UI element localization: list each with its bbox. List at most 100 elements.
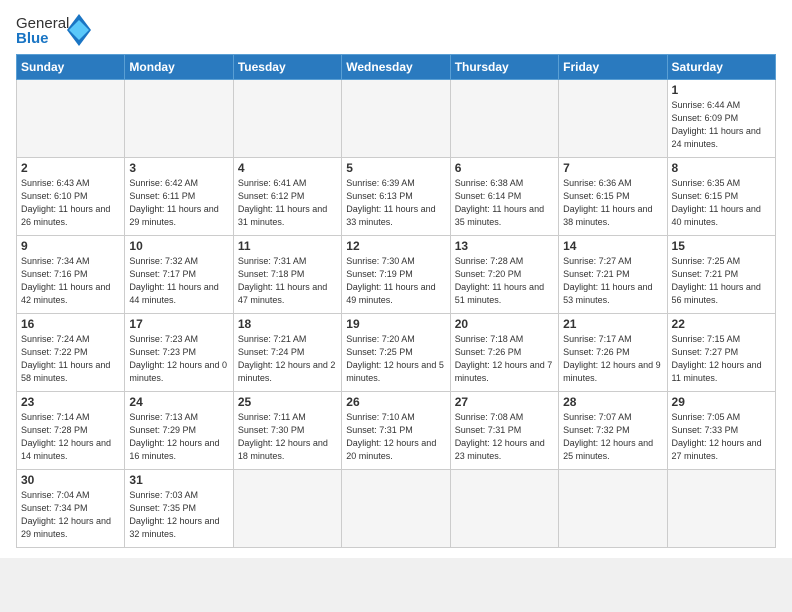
header-wednesday: Wednesday <box>342 55 450 80</box>
day-number: 24 <box>129 395 228 409</box>
header-friday: Friday <box>559 55 667 80</box>
calendar-cell: 21 Sunrise: 7:17 AM Sunset: 7:26 PM Dayli… <box>559 314 667 392</box>
calendar-cell: 20 Sunrise: 7:18 AM Sunset: 7:26 PM Dayli… <box>450 314 558 392</box>
calendar-cell <box>559 470 667 548</box>
day-number: 3 <box>129 161 228 175</box>
calendar-cell: 1Sunrise: 6:44 AM Sunset: 6:09 PM Daylig… <box>667 80 775 158</box>
calendar-cell: 17 Sunrise: 7:23 AM Sunset: 7:23 PM Dayli… <box>125 314 233 392</box>
day-info: Sunrise: 7:25 AM Sunset: 7:21 PM Dayligh… <box>672 255 771 307</box>
calendar-cell: 22 Sunrise: 7:15 AM Sunset: 7:27 PM Dayli… <box>667 314 775 392</box>
day-number: 2 <box>21 161 120 175</box>
calendar-table: Sunday Monday Tuesday Wednesday Thursday… <box>16 54 776 548</box>
calendar-cell: 30Sunrise: 7:04 AM Sunset: 7:34 PM Dayli… <box>17 470 125 548</box>
day-number: 13 <box>455 239 554 253</box>
calendar-cell: 3 Sunrise: 6:42 AM Sunset: 6:11 PM Daylig… <box>125 158 233 236</box>
day-number: 11 <box>238 239 337 253</box>
calendar-cell <box>342 470 450 548</box>
day-info: Sunrise: 6:39 AM Sunset: 6:13 PM Dayligh… <box>346 177 445 229</box>
calendar-cell: 13 Sunrise: 7:28 AM Sunset: 7:20 PM Dayli… <box>450 236 558 314</box>
day-number: 9 <box>21 239 120 253</box>
day-info: Sunrise: 7:13 AM Sunset: 7:29 PM Dayligh… <box>129 411 228 463</box>
calendar-cell: 4 Sunrise: 6:41 AM Sunset: 6:12 PM Daylig… <box>233 158 341 236</box>
day-number: 29 <box>672 395 771 409</box>
day-info: Sunrise: 7:27 AM Sunset: 7:21 PM Dayligh… <box>563 255 662 307</box>
day-info: Sunrise: 6:43 AM Sunset: 6:10 PM Dayligh… <box>21 177 120 229</box>
day-number: 25 <box>238 395 337 409</box>
day-number: 14 <box>563 239 662 253</box>
day-info: Sunrise: 7:18 AM Sunset: 7:26 PM Dayligh… <box>455 333 554 385</box>
day-number: 7 <box>563 161 662 175</box>
day-number: 18 <box>238 317 337 331</box>
calendar-cell: 6 Sunrise: 6:38 AM Sunset: 6:14 PM Daylig… <box>450 158 558 236</box>
day-info: Sunrise: 6:44 AM Sunset: 6:09 PM Dayligh… <box>672 99 771 151</box>
calendar-cell: 7 Sunrise: 6:36 AM Sunset: 6:15 PM Daylig… <box>559 158 667 236</box>
calendar-cell: 8 Sunrise: 6:35 AM Sunset: 6:15 PM Daylig… <box>667 158 775 236</box>
generalblue-logo-icon: GeneralBlue <box>16 12 96 48</box>
day-info: Sunrise: 7:10 AM Sunset: 7:31 PM Dayligh… <box>346 411 445 463</box>
day-info: Sunrise: 7:28 AM Sunset: 7:20 PM Dayligh… <box>455 255 554 307</box>
day-info: Sunrise: 6:35 AM Sunset: 6:15 PM Dayligh… <box>672 177 771 229</box>
calendar-cell <box>450 80 558 158</box>
day-number: 20 <box>455 317 554 331</box>
calendar-cell <box>667 470 775 548</box>
calendar-cell: 24 Sunrise: 7:13 AM Sunset: 7:29 PM Dayli… <box>125 392 233 470</box>
day-info: Sunrise: 6:41 AM Sunset: 6:12 PM Dayligh… <box>238 177 337 229</box>
header-thursday: Thursday <box>450 55 558 80</box>
day-number: 10 <box>129 239 228 253</box>
day-info: Sunrise: 7:21 AM Sunset: 7:24 PM Dayligh… <box>238 333 337 385</box>
calendar-cell: 15 Sunrise: 7:25 AM Sunset: 7:21 PM Dayli… <box>667 236 775 314</box>
calendar-cell: 28 Sunrise: 7:07 AM Sunset: 7:32 PM Dayli… <box>559 392 667 470</box>
calendar-cell <box>559 80 667 158</box>
calendar-cell <box>125 80 233 158</box>
day-number: 28 <box>563 395 662 409</box>
calendar-cell <box>17 80 125 158</box>
day-number: 6 <box>455 161 554 175</box>
calendar-cell: 25 Sunrise: 7:11 AM Sunset: 7:30 PM Dayli… <box>233 392 341 470</box>
calendar-cell: 11Sunrise: 7:31 AM Sunset: 7:18 PM Dayli… <box>233 236 341 314</box>
day-number: 26 <box>346 395 445 409</box>
calendar-cell <box>233 80 341 158</box>
day-info: Sunrise: 6:42 AM Sunset: 6:11 PM Dayligh… <box>129 177 228 229</box>
day-number: 15 <box>672 239 771 253</box>
day-number: 12 <box>346 239 445 253</box>
day-info: Sunrise: 7:07 AM Sunset: 7:32 PM Dayligh… <box>563 411 662 463</box>
day-info: Sunrise: 7:23 AM Sunset: 7:23 PM Dayligh… <box>129 333 228 385</box>
calendar-cell: 9 Sunrise: 7:34 AM Sunset: 7:16 PM Daylig… <box>17 236 125 314</box>
calendar-cell <box>233 470 341 548</box>
calendar-cell: 18 Sunrise: 7:21 AM Sunset: 7:24 PM Dayli… <box>233 314 341 392</box>
day-info: Sunrise: 6:38 AM Sunset: 6:14 PM Dayligh… <box>455 177 554 229</box>
day-number: 19 <box>346 317 445 331</box>
page: GeneralBlue Sunday Monday Tuesday Wednes… <box>0 0 792 558</box>
calendar-header-row: Sunday Monday Tuesday Wednesday Thursday… <box>17 55 776 80</box>
calendar-cell <box>450 470 558 548</box>
day-number: 4 <box>238 161 337 175</box>
day-info: Sunrise: 7:17 AM Sunset: 7:26 PM Dayligh… <box>563 333 662 385</box>
day-info: Sunrise: 7:14 AM Sunset: 7:28 PM Dayligh… <box>21 411 120 463</box>
day-number: 22 <box>672 317 771 331</box>
day-info: Sunrise: 7:08 AM Sunset: 7:31 PM Dayligh… <box>455 411 554 463</box>
day-info: Sunrise: 7:30 AM Sunset: 7:19 PM Dayligh… <box>346 255 445 307</box>
day-info: Sunrise: 7:11 AM Sunset: 7:30 PM Dayligh… <box>238 411 337 463</box>
day-number: 8 <box>672 161 771 175</box>
day-info: Sunrise: 7:15 AM Sunset: 7:27 PM Dayligh… <box>672 333 771 385</box>
day-number: 23 <box>21 395 120 409</box>
calendar-cell: 26 Sunrise: 7:10 AM Sunset: 7:31 PM Dayli… <box>342 392 450 470</box>
header-saturday: Saturday <box>667 55 775 80</box>
header-sunday: Sunday <box>17 55 125 80</box>
day-number: 17 <box>129 317 228 331</box>
day-info: Sunrise: 7:34 AM Sunset: 7:16 PM Dayligh… <box>21 255 120 307</box>
calendar-cell: 23 Sunrise: 7:14 AM Sunset: 7:28 PM Dayli… <box>17 392 125 470</box>
day-info: Sunrise: 7:05 AM Sunset: 7:33 PM Dayligh… <box>672 411 771 463</box>
logo: GeneralBlue <box>16 12 96 48</box>
calendar-cell: 12 Sunrise: 7:30 AM Sunset: 7:19 PM Dayli… <box>342 236 450 314</box>
day-info: Sunrise: 6:36 AM Sunset: 6:15 PM Dayligh… <box>563 177 662 229</box>
calendar-cell: 31Sunrise: 7:03 AM Sunset: 7:35 PM Dayli… <box>125 470 233 548</box>
header-tuesday: Tuesday <box>233 55 341 80</box>
day-number: 30 <box>21 473 120 487</box>
svg-text:Blue: Blue <box>16 30 49 47</box>
day-number: 27 <box>455 395 554 409</box>
day-number: 16 <box>21 317 120 331</box>
calendar-cell: 2 Sunrise: 6:43 AM Sunset: 6:10 PM Daylig… <box>17 158 125 236</box>
day-number: 21 <box>563 317 662 331</box>
calendar-cell: 14 Sunrise: 7:27 AM Sunset: 7:21 PM Dayli… <box>559 236 667 314</box>
